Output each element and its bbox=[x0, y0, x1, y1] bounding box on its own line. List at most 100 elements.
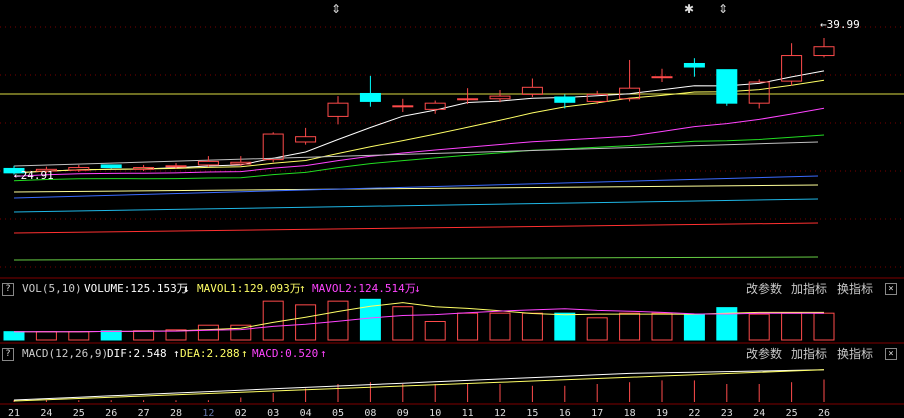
help-icon[interactable]: ? bbox=[2, 283, 14, 296]
candle-body bbox=[813, 46, 835, 57]
volume-bar bbox=[619, 312, 641, 341]
date-label: 23 bbox=[721, 408, 733, 418]
volume-value: VOLUME:125.153万 bbox=[84, 282, 188, 295]
candle-body bbox=[683, 62, 705, 68]
candle-body bbox=[457, 98, 479, 101]
volume-arrow-icon: ↓ bbox=[183, 282, 190, 295]
volume-bar bbox=[651, 312, 673, 341]
date-label: 10 bbox=[429, 408, 441, 418]
candle-body bbox=[748, 81, 770, 104]
volume-bar bbox=[489, 312, 511, 341]
candle-body bbox=[521, 86, 543, 95]
candle-body bbox=[165, 165, 187, 168]
switch-indicator-button[interactable]: 换指标 bbox=[837, 280, 873, 298]
dea-arrow-icon: ↑ bbox=[241, 347, 248, 360]
help-icon[interactable]: ? bbox=[2, 348, 14, 361]
volume-bar bbox=[133, 330, 155, 341]
macd-value: MACD:0.520 bbox=[252, 347, 319, 360]
ma120-line bbox=[13, 175, 819, 199]
date-label: 19 bbox=[656, 408, 668, 418]
date-label: 16 bbox=[559, 408, 571, 418]
candle-body bbox=[68, 167, 90, 171]
dif-value: DIF:2.548 bbox=[107, 347, 167, 360]
date-label: 26 bbox=[105, 408, 117, 418]
date-label: 27 bbox=[138, 408, 150, 418]
switch-indicator-button[interactable]: 换指标 bbox=[837, 345, 873, 363]
candle-body bbox=[262, 133, 284, 161]
date-label: 17 bbox=[591, 408, 603, 418]
stock-chart-window: ←39.99 ←24.91 21 24 25 26 27 28 12 02 03 04 05 08 09 1… bbox=[0, 0, 904, 418]
candle-body bbox=[100, 164, 122, 169]
ma30-line bbox=[13, 134, 825, 182]
date-label: 03 bbox=[267, 408, 279, 418]
max-price-label: ←39.99 bbox=[820, 18, 860, 31]
mavol1-value: MAVOL1:129.093万 bbox=[197, 282, 301, 295]
date-label: 25 bbox=[73, 408, 85, 418]
candle-body bbox=[716, 69, 738, 104]
candle-body bbox=[295, 136, 317, 143]
volume-bar bbox=[295, 304, 317, 341]
volume-indicator-label[interactable]: VOL(5,10) bbox=[22, 280, 82, 298]
volume-bar bbox=[197, 324, 219, 341]
date-label: 22 bbox=[688, 408, 700, 418]
volume-bars bbox=[3, 298, 835, 341]
date-label: 24 bbox=[753, 408, 765, 418]
ma20-line bbox=[13, 107, 825, 177]
date-label: 21 bbox=[8, 408, 20, 418]
ma250-line bbox=[13, 184, 819, 193]
modify-params-button[interactable]: 改参数 bbox=[746, 345, 782, 363]
ma5-line bbox=[13, 70, 825, 174]
date-label: 24 bbox=[40, 408, 52, 418]
volume-bar bbox=[262, 300, 284, 341]
macd-arrow-icon: ↑ bbox=[320, 347, 327, 360]
candle-body bbox=[489, 95, 511, 100]
volume-bar bbox=[781, 312, 803, 341]
dif-arrow-icon: ↑ bbox=[173, 347, 180, 360]
split-marker-icon[interactable]: ⇕ bbox=[331, 2, 341, 16]
date-label: 25 bbox=[786, 408, 798, 418]
candle-body bbox=[197, 160, 219, 166]
close-panel-icon[interactable]: × bbox=[885, 283, 897, 295]
volume-bar bbox=[716, 307, 738, 341]
ma-extra-line bbox=[13, 198, 819, 213]
date-label: 04 bbox=[300, 408, 312, 418]
dea-value: DEA:2.288 bbox=[180, 347, 240, 360]
macd-series bbox=[13, 369, 825, 402]
date-label: 08 bbox=[364, 408, 376, 418]
date-label: 12 bbox=[494, 408, 506, 418]
info-marker-icon[interactable]: ✱ bbox=[684, 2, 694, 16]
volume-bar bbox=[457, 312, 479, 341]
volume-bar bbox=[392, 306, 414, 341]
modify-params-button[interactable]: 改参数 bbox=[746, 280, 782, 298]
candle-body bbox=[359, 92, 381, 102]
date-label: 26 bbox=[818, 408, 830, 418]
date-label: 15 bbox=[526, 408, 538, 418]
date-label: 18 bbox=[624, 408, 636, 418]
date-label: 02 bbox=[235, 408, 247, 418]
volume-bar bbox=[586, 317, 608, 341]
add-indicator-button[interactable]: 加指标 bbox=[791, 345, 827, 363]
mavol1-arrow-icon: ↑ bbox=[299, 282, 306, 295]
volume-bar bbox=[424, 321, 446, 341]
date-label: 09 bbox=[397, 408, 409, 418]
split-marker-icon-2[interactable]: ⇕ bbox=[718, 2, 728, 16]
mavol2-value: MAVOL2:124.514万 bbox=[312, 282, 416, 295]
volume-bar bbox=[68, 331, 90, 341]
macd-header: ? MACD(12,26,9) DIF:2.548 ↑ DEA:2.288 ↑ … bbox=[0, 345, 904, 363]
min-price-label: ←24.91 bbox=[14, 169, 54, 182]
volume-bar bbox=[3, 331, 25, 341]
candle-body bbox=[651, 76, 673, 79]
ma-extra-line bbox=[13, 222, 819, 234]
date-axis: 21 24 25 26 27 28 12 02 03 04 05 08 09 10 11 12 15 16 17 18… bbox=[8, 408, 830, 418]
date-label: 12 bbox=[202, 408, 214, 418]
mavol2-arrow-icon: ↓ bbox=[414, 282, 421, 295]
add-indicator-button[interactable]: 加指标 bbox=[791, 280, 827, 298]
volume-bar bbox=[100, 330, 122, 341]
macd-indicator-label[interactable]: MACD(12,26,9) bbox=[22, 345, 108, 363]
candle-body bbox=[554, 96, 576, 103]
volume-bar bbox=[554, 312, 576, 341]
dea-line bbox=[13, 369, 825, 402]
volume-header: ? VOL(5,10) VOLUME:125.153万 ↓ MAVOL1:129… bbox=[0, 280, 904, 298]
volume-bar bbox=[521, 312, 543, 341]
close-panel-icon[interactable]: × bbox=[885, 348, 897, 360]
